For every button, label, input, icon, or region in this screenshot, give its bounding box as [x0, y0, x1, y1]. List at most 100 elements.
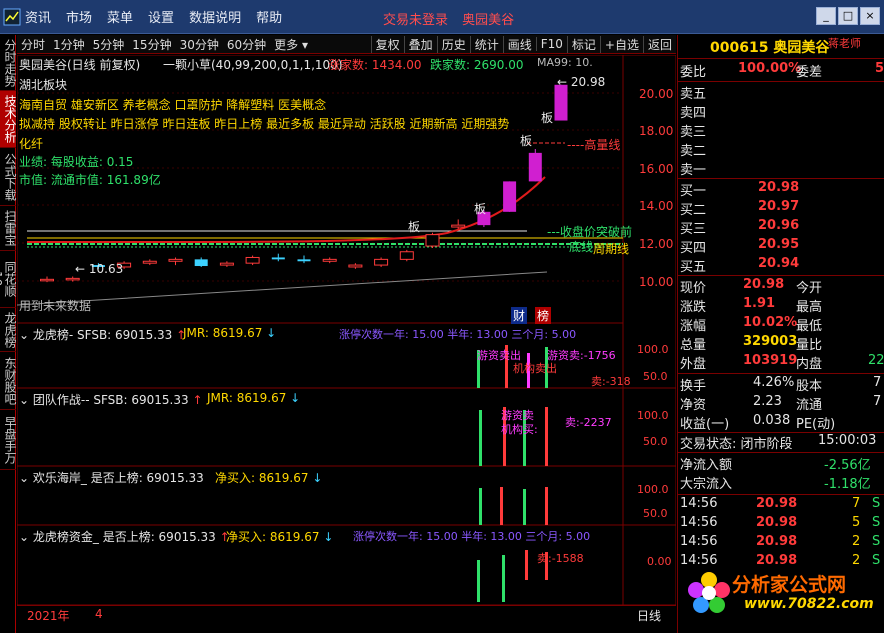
dragon-tiger-badge[interactable]: 榜 — [535, 307, 552, 324]
info-eps: 业绩: 每股收益: 0.15 — [19, 155, 134, 169]
period-label[interactable]: 日线 — [637, 607, 661, 624]
chevron-down-icon: ▾ — [298, 37, 308, 52]
user-name[interactable]: 蒋老师 — [828, 35, 861, 51]
panel1-title: ⌄ 龙虎榜- SFSB: 69015.33 ↑ — [19, 328, 187, 342]
sell-row: 卖五 — [678, 83, 884, 102]
quote-row: 涨幅 10.02% 最低 — [678, 315, 884, 334]
stat-label-2: PE(动) — [796, 417, 836, 432]
tab-minesweeper[interactable]: 扫雷宝 — [0, 206, 17, 251]
finance-badge[interactable]: 财 — [511, 307, 528, 324]
stat-label: 收益(一) — [680, 417, 730, 432]
y-axis-label-20: 20.00 — [639, 87, 674, 101]
tick-row: 14:56 20.98 2 S — [678, 534, 884, 553]
buy-row: 买五 20.94 — [678, 256, 884, 275]
brand-name: 分析家公式网 — [732, 574, 847, 596]
panel4-axis: 0.00 — [647, 555, 672, 568]
period-60min[interactable]: 60分钟 — [223, 36, 270, 53]
candle-body — [374, 258, 389, 266]
stat-value-2: 7 — [873, 394, 882, 409]
draw-line-button[interactable]: 画线 — [502, 35, 536, 53]
panel3-axis-top: 100.0 — [637, 483, 669, 496]
tab-technical[interactable]: 技术分析 — [0, 91, 17, 148]
tab-dragon-tiger[interactable]: 龙虎榜 — [0, 308, 17, 352]
tab-morning[interactable]: 早盘手万 — [0, 410, 17, 470]
login-status[interactable]: 交易未登录 — [383, 13, 448, 28]
tick-volume: 7 — [852, 496, 861, 511]
mark-button[interactable]: 标记 — [566, 35, 600, 53]
minimize-button[interactable]: _ — [816, 7, 836, 25]
menu-help[interactable]: 帮助 — [256, 7, 282, 26]
quote-value-2: 22 — [868, 353, 884, 368]
candle-body — [142, 260, 157, 264]
menu-market[interactable]: 市场 — [66, 7, 92, 26]
flower-logo-icon — [688, 572, 730, 613]
kline-chart-area[interactable]: 奥园美谷(日线 前复权) 一颗小草(40,99,200,0,1,1,100) 涨… — [17, 55, 676, 605]
buy-level-price: 20.96 — [758, 218, 800, 233]
overlay-button[interactable]: 叠加 — [403, 35, 437, 53]
limit-up-mark-2: 板 — [474, 202, 487, 216]
period-intraday[interactable]: 分时 — [17, 36, 49, 53]
panel4-label-a: 卖:-1588 — [537, 552, 584, 565]
trade-state: 交易状态: 闭市阶段 — [680, 437, 793, 452]
quote-value: 329003 — [743, 334, 798, 349]
tab-formula-download[interactable]: 公式下载 — [0, 148, 17, 206]
stat-label-2: 股本 — [796, 379, 823, 394]
rise-count: 涨家数: 1434.00 — [328, 58, 422, 72]
quote-row: 总量 329003 量比 — [678, 334, 884, 353]
candle-body — [425, 234, 440, 247]
info-sector: 湖北板块 — [19, 78, 68, 92]
menu-news[interactable]: 资讯 — [25, 7, 51, 26]
tab-ths10[interactable]: 同花顺10 — [0, 251, 17, 308]
menu-data-help[interactable]: 数据说明 — [189, 7, 241, 26]
panel3-title: ⌄ 欢乐海岸_ 是否上榜: 69015.33 — [19, 471, 204, 485]
add-watchlist-button[interactable]: +自选 — [599, 35, 643, 53]
panel2-label-c: 卖:-2237 — [565, 416, 612, 429]
f10-button[interactable]: F10 — [535, 37, 567, 51]
y-axis-label-10: 10.00 — [639, 275, 674, 289]
panel3-expand-icon[interactable]: ⌄ — [19, 471, 33, 485]
period-30min[interactable]: 30分钟 — [176, 36, 223, 53]
tick-side: S — [872, 515, 881, 530]
quote-row: 外盘 103919 内盘 22 — [678, 353, 884, 372]
stat-row: 净资 2.23 流通 7 — [678, 394, 884, 413]
candle-body — [399, 251, 414, 260]
weibi-label: 委比 — [680, 65, 707, 80]
buy-level-label: 买五 — [680, 260, 707, 275]
tab-eastmoney-forum[interactable]: 东财股吧 — [0, 352, 17, 410]
y-axis-label-18: 18.00 — [639, 124, 674, 138]
buy-level-price: 20.97 — [758, 199, 800, 214]
tab-intraday[interactable]: 分时走势 — [0, 35, 17, 91]
fall-count: 跌家数: 2690.00 — [430, 58, 524, 72]
adjust-button[interactable]: 复权 — [370, 35, 404, 53]
history-button[interactable]: 历史 — [436, 35, 470, 53]
maximize-button[interactable]: □ — [838, 7, 858, 25]
candle-body — [219, 262, 234, 266]
back-button[interactable]: 返回 — [642, 35, 676, 53]
tick-volume: 5 — [852, 515, 861, 530]
period-1min[interactable]: 1分钟 — [49, 36, 89, 53]
panel4-title: ⌄ 龙虎榜资金_ 是否上榜: 69015.33 ↑ — [19, 530, 230, 544]
tick-time: 14:56 — [680, 496, 718, 511]
candle-body — [245, 256, 260, 264]
menu-menu[interactable]: 菜单 — [107, 7, 133, 26]
quote-row: 涨跌 1.91 最高 — [678, 296, 884, 315]
panel4-expand-icon[interactable]: ⌄ — [19, 530, 33, 544]
sell-row: 卖三 — [678, 121, 884, 140]
tick-side: S — [872, 496, 881, 511]
quote-label: 涨跌 — [680, 300, 707, 315]
period-15min[interactable]: 15分钟 — [128, 36, 175, 53]
buy-row: 买四 20.95 — [678, 237, 884, 256]
period-5min[interactable]: 5分钟 — [89, 36, 129, 53]
menu-settings[interactable]: 设置 — [148, 7, 174, 26]
panel2-label-b: 机构买: — [501, 423, 538, 436]
current-stock-name: 奥园美谷 — [462, 13, 515, 28]
candle-body — [451, 224, 466, 228]
close-button[interactable]: × — [860, 7, 880, 25]
tick-volume: 2 — [852, 534, 861, 549]
quote-value: 1.91 — [743, 296, 776, 311]
panel2-expand-icon[interactable]: ⌄ — [19, 393, 33, 407]
period-more[interactable]: 更多 ▾ — [270, 36, 312, 53]
panel1-expand-icon[interactable]: ⌄ — [19, 328, 33, 342]
stats-button[interactable]: 统计 — [469, 35, 503, 53]
stat-label: 换手 — [680, 379, 707, 394]
